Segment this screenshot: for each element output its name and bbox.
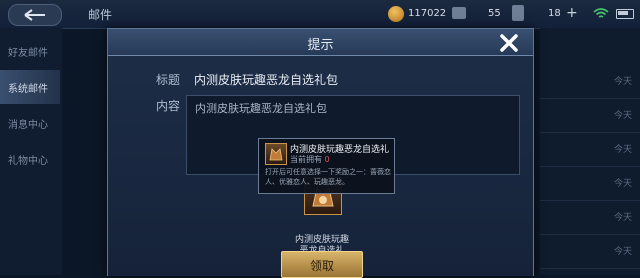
item-tooltip: 内测皮肤玩趣恶龙自选礼 当前拥有 0 打开后可任意选择一下奖励之一：蔷薇恋人、优…	[258, 138, 395, 194]
chest-icon	[452, 7, 466, 19]
top-bar: 邮件 117022 55 18 +	[0, 0, 640, 29]
list-item[interactable]: 今天	[540, 64, 640, 99]
list-item[interactable]: 今天	[540, 200, 640, 235]
title-label: 标题	[156, 73, 181, 87]
wifi-icon	[593, 8, 609, 18]
mail-title: 内测皮肤玩趣恶龙自选礼包	[194, 73, 339, 87]
sidebar-item-friend-mail[interactable]: 好友邮件	[0, 34, 60, 68]
plus-icon[interactable]: +	[566, 5, 578, 21]
gem-count: 55	[488, 8, 501, 19]
owned-count: 当前拥有 0	[290, 155, 330, 164]
dialog-header: 提示	[108, 29, 533, 56]
sidebar-item-message-center[interactable]: 消息中心	[0, 106, 60, 140]
list-item[interactable]: 今天	[540, 166, 640, 201]
list-item[interactable]: 今天	[540, 98, 640, 133]
page-title: 邮件	[88, 8, 113, 22]
gold-coin-icon	[388, 6, 404, 22]
list-item[interactable]: 今天	[540, 132, 640, 167]
sidebar-item-gift-center[interactable]: 礼物中心	[0, 142, 60, 176]
claim-button[interactable]: 领取	[281, 251, 363, 278]
dialog-title: 提示	[307, 38, 334, 53]
mail-sidebar: 好友邮件 系统邮件 消息中心 礼物中心	[0, 28, 62, 275]
battery-icon	[616, 9, 634, 19]
sidebar-item-system-mail[interactable]: 系统邮件	[0, 70, 60, 104]
tooltip-description: 打开后可任意选择一下奖励之一：蔷薇恋人、优雅恋人、玩趣恶龙。	[265, 168, 391, 186]
content-label: 内容	[156, 99, 181, 113]
mail-content: 内测皮肤玩趣恶龙自选礼包	[195, 102, 327, 115]
list-item[interactable]: 今天	[540, 234, 640, 269]
dragon-skin-icon	[265, 143, 287, 165]
close-icon[interactable]	[498, 32, 520, 54]
gold-count: 117022	[408, 8, 447, 19]
card-icon	[512, 5, 524, 21]
ticket-count: 18	[548, 8, 561, 19]
back-arrow-icon	[24, 9, 45, 21]
back-button[interactable]	[8, 4, 62, 26]
